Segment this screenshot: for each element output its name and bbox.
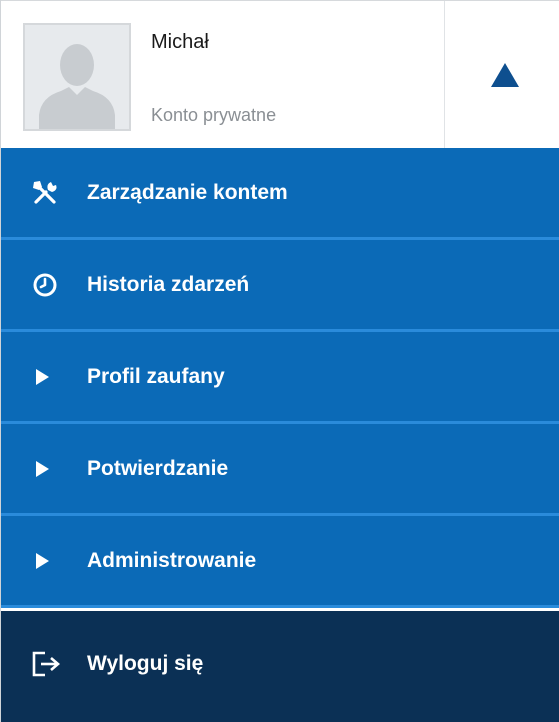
menu-item-administration[interactable]: Administrowanie [1,516,559,608]
logout-button[interactable]: Wyloguj się [1,611,559,722]
menu-item-trusted-profile[interactable]: Profil zaufany [1,332,559,424]
tools-icon [27,148,63,237]
user-menu: Michał Konto prywatne Zarządzanie kontem [0,0,559,722]
logout-icon [25,611,69,717]
account-type: Konto prywatne [151,105,277,125]
user-name: Michał [151,31,209,53]
play-icon [35,460,49,477]
user-header: Michał Konto prywatne [1,0,559,149]
menu-item-confirmation[interactable]: Potwierdzanie [1,424,559,516]
menu-item-label: Profil zaufany [87,365,225,388]
play-icon [35,552,49,569]
menu-list: Zarządzanie kontem Historia zdarzeń Prof… [1,148,559,608]
menu-item-label: Administrowanie [87,549,257,572]
menu-item-label: Zarządzanie kontem [87,181,288,204]
logout-label: Wyloguj się [87,652,204,675]
avatar-placeholder-icon [25,25,129,129]
menu-item-account-management[interactable]: Zarządzanie kontem [1,148,559,240]
avatar [23,23,131,131]
triangle-up-icon [491,63,519,87]
play-icon [35,368,49,385]
menu-item-event-history[interactable]: Historia zdarzeń [1,240,559,332]
clock-icon [27,240,63,329]
collapse-menu-button[interactable] [444,1,559,149]
menu-item-label: Potwierdzanie [87,457,229,480]
menu-item-label: Historia zdarzeń [87,273,250,296]
